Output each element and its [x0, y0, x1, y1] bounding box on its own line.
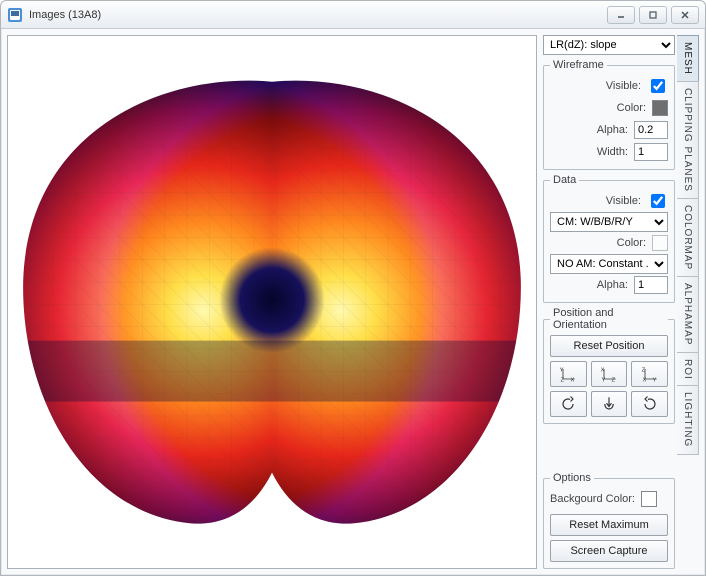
field-selector[interactable]: LR(dZ): slope	[543, 35, 675, 55]
colormap-select[interactable]: CM: W/B/B/R/Y	[550, 212, 668, 232]
wireframe-color-swatch[interactable]	[652, 100, 668, 116]
render-canvas[interactable]	[7, 35, 537, 569]
svg-text:Z: Z	[611, 378, 615, 384]
client-area: LR(dZ): slope Wireframe Visible: Color: …	[1, 29, 705, 575]
window-controls	[607, 6, 699, 24]
data-alpha-input[interactable]	[634, 276, 668, 294]
data-visible-label: Visible:	[606, 195, 641, 207]
position-legend: Position and Orientation	[550, 307, 668, 331]
wireframe-alpha-label: Alpha:	[597, 124, 628, 136]
window-title: Images (13A8)	[29, 9, 607, 21]
options-group: Options Backgourd Color: Reset Maximum S…	[543, 472, 675, 569]
minimize-button[interactable]	[607, 6, 635, 24]
data-color-swatch	[652, 235, 668, 251]
data-group: Data Visible: CM: W/B/B/R/Y Color: NO AM…	[543, 174, 675, 303]
data-color-label: Color:	[617, 237, 646, 249]
rotate-down-button[interactable]	[591, 391, 628, 417]
wireframe-color-label: Color:	[617, 102, 646, 114]
work-area: LR(dZ): slope Wireframe Visible: Color: …	[7, 35, 699, 569]
reset-maximum-button[interactable]: Reset Maximum	[550, 514, 668, 536]
close-button[interactable]	[671, 6, 699, 24]
wireframe-width-label: Width:	[597, 146, 628, 158]
alphamap-select[interactable]: NO AM: Constant .	[550, 254, 668, 274]
axis-zxy-button[interactable]: ZXY	[631, 361, 668, 387]
wireframe-group: Wireframe Visible: Color: Alpha: Wid	[543, 59, 675, 170]
tab-clipping-planes[interactable]: CLIPPING PLANES	[677, 81, 699, 199]
titlebar: Images (13A8)	[1, 1, 705, 29]
maximize-button[interactable]	[639, 6, 667, 24]
rotate-left-button[interactable]	[550, 391, 587, 417]
side-spacer	[543, 428, 675, 468]
tab-mesh[interactable]: MESH	[677, 35, 699, 82]
axis-yzx-button[interactable]: YZX	[550, 361, 587, 387]
screen-capture-button[interactable]: Screen Capture	[550, 540, 668, 562]
background-color-label: Backgourd Color:	[550, 493, 635, 505]
wireframe-alpha-input[interactable]	[634, 121, 668, 139]
options-legend: Options	[550, 472, 594, 484]
svg-text:Y: Y	[601, 378, 605, 384]
tab-alphamap[interactable]: ALPHAMAP	[677, 276, 699, 352]
app-icon	[7, 7, 23, 23]
wireframe-visible-checkbox[interactable]	[651, 79, 665, 93]
data-alpha-label: Alpha:	[597, 279, 628, 291]
vertical-tabs: MESH CLIPPING PLANES COLORMAP ALPHAMAP R…	[677, 35, 699, 569]
axis-xyz-button[interactable]: XYZ	[591, 361, 628, 387]
svg-text:Y: Y	[652, 378, 656, 384]
tab-lighting[interactable]: LIGHTING	[677, 385, 699, 454]
position-group: Position and Orientation Reset Position …	[543, 307, 675, 424]
svg-text:X: X	[571, 378, 575, 384]
rotate-right-button[interactable]	[631, 391, 668, 417]
side-panel: LR(dZ): slope Wireframe Visible: Color: …	[543, 35, 675, 569]
wireframe-legend: Wireframe	[550, 59, 607, 71]
reset-position-button[interactable]: Reset Position	[550, 335, 668, 357]
data-visible-checkbox[interactable]	[651, 194, 665, 208]
svg-text:Z: Z	[561, 378, 565, 384]
wireframe-width-input[interactable]	[634, 143, 668, 161]
svg-text:X: X	[642, 378, 646, 384]
wireframe-visible-label: Visible:	[606, 80, 641, 92]
tab-colormap[interactable]: COLORMAP	[677, 198, 699, 277]
background-color-swatch[interactable]	[641, 491, 657, 507]
data-legend: Data	[550, 174, 579, 186]
tab-roi[interactable]: ROI	[677, 352, 699, 387]
window-frame: Images (13A8)	[0, 0, 706, 576]
